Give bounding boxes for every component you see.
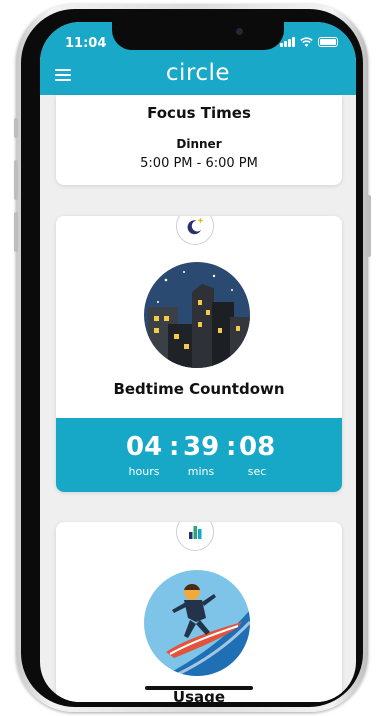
usage-badge xyxy=(176,522,214,551)
focus-times-card[interactable]: Focus Times Dinner 5:00 PM - 6:00 PM xyxy=(56,95,342,185)
focus-times-label: Dinner xyxy=(176,137,222,151)
phone-screen: 11:04 circle Focus Times Dinner 5:00 PM … xyxy=(40,22,356,702)
countdown-mins: 39 xyxy=(183,432,220,462)
volume-up-button xyxy=(14,160,18,200)
bedtime-countdown-title: Bedtime Countdown xyxy=(113,380,285,398)
focus-times-range: 5:00 PM - 6:00 PM xyxy=(140,156,258,171)
countdown-secs: 08 xyxy=(239,432,276,462)
usage-card[interactable]: Usage xyxy=(56,522,342,702)
countdown-separator: : xyxy=(169,432,180,462)
usage-title: Usage xyxy=(172,688,226,702)
countdown-hours-unit: hours xyxy=(128,465,160,478)
status-time: 11:04 xyxy=(65,36,107,51)
bedtime-badge xyxy=(176,216,214,245)
countdown-timer: 04 : 39 : 08 hours mins sec xyxy=(56,418,342,492)
bedtime-countdown-card[interactable]: Bedtime Countdown 04 : 39 : 08 hours min… xyxy=(56,216,342,492)
countdown-mins-unit: mins xyxy=(187,465,215,478)
bar-chart-icon xyxy=(189,526,202,539)
moon-star-icon xyxy=(187,217,204,235)
volume-down-button xyxy=(14,212,18,252)
status-icons xyxy=(280,37,338,47)
mute-switch xyxy=(14,118,18,138)
surfer-illustration xyxy=(144,570,250,676)
battery-icon xyxy=(318,37,338,47)
countdown-separator: : xyxy=(226,432,237,462)
app-logo: circle xyxy=(165,60,231,86)
camera-notch xyxy=(112,22,284,50)
signal-icon xyxy=(280,37,295,47)
night-city-illustration xyxy=(144,262,250,368)
countdown-hours: 04 xyxy=(126,432,163,462)
wifi-icon xyxy=(300,37,313,47)
home-indicator[interactable] xyxy=(145,686,253,690)
focus-times-title: Focus Times xyxy=(147,104,251,122)
countdown-secs-unit: sec xyxy=(247,465,267,478)
power-button xyxy=(367,195,371,257)
